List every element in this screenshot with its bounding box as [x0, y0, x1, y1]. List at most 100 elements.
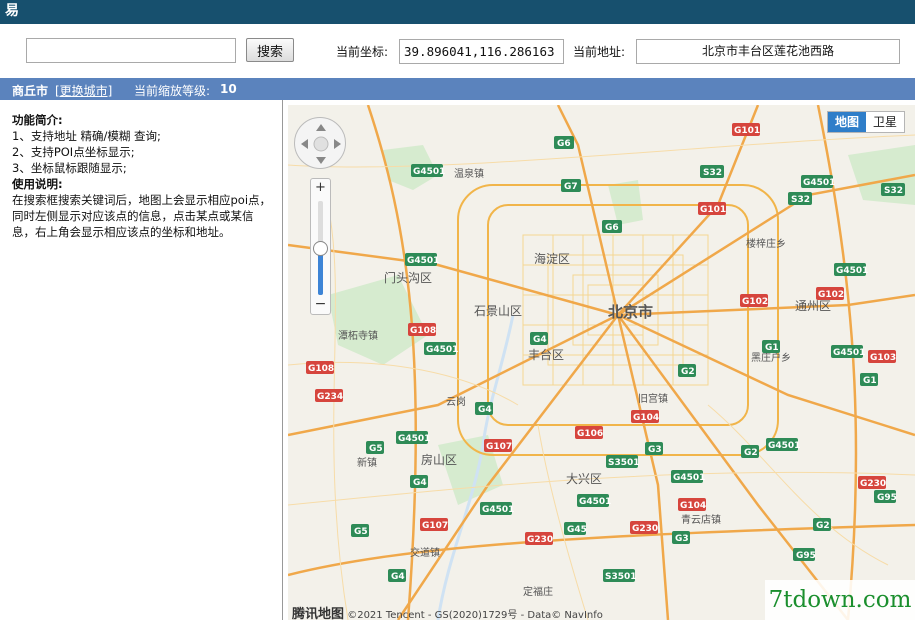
svg-text:G104: G104: [633, 413, 659, 423]
road-shield: G4501: [671, 470, 705, 483]
svg-text:G4501: G4501: [836, 266, 868, 276]
coord-field[interactable]: 39.896041,116.286163: [399, 39, 564, 64]
road-shield: G104: [678, 498, 706, 511]
road-shield: G5: [351, 524, 369, 537]
road-shield: G230: [858, 476, 886, 489]
road-shield: G107: [484, 439, 512, 452]
svg-text:G108: G108: [410, 326, 436, 336]
feature-item: 2、支持POI点坐标显示;: [12, 145, 135, 159]
road-shield: G4501: [480, 502, 514, 515]
place-label: 交道镇: [410, 546, 440, 559]
road-shield: G4: [475, 402, 493, 415]
site-watermark: 7tdown.com: [765, 580, 915, 620]
place-label: 房山区: [421, 452, 457, 467]
svg-text:G3: G3: [648, 445, 662, 455]
place-label: 青云店镇: [681, 513, 721, 526]
svg-text:G1: G1: [765, 343, 779, 353]
svg-text:S3501: S3501: [605, 572, 637, 582]
svg-text:G4501: G4501: [803, 178, 835, 188]
svg-text:G7: G7: [564, 182, 578, 192]
map-type-map-button[interactable]: 地图: [827, 112, 866, 132]
zoom-in-button[interactable]: +: [311, 180, 330, 196]
svg-text:S3501: S3501: [608, 458, 640, 468]
road-shield: G7: [561, 179, 581, 192]
svg-text:G108: G108: [308, 364, 334, 374]
svg-text:G4501: G4501: [768, 441, 800, 451]
svg-text:G102: G102: [818, 290, 844, 300]
road-shield: G101: [732, 123, 760, 136]
road-shield: G95: [874, 490, 897, 503]
road-shield: G1: [762, 340, 780, 353]
road-shield: G4501: [411, 164, 445, 177]
search-button[interactable]: 搜索: [246, 38, 294, 62]
road-shield: G230: [630, 521, 658, 534]
place-label: 定福庄: [523, 585, 553, 598]
place-label: 旧宫镇: [638, 392, 668, 405]
road-shield: G45: [564, 522, 587, 535]
svg-text:G4501: G4501: [579, 497, 611, 507]
svg-text:G106: G106: [577, 429, 603, 439]
svg-text:G4501: G4501: [833, 348, 865, 358]
pan-control[interactable]: [294, 117, 346, 169]
svg-text:G4501: G4501: [482, 505, 514, 515]
road-shield: G4501: [766, 438, 800, 451]
search-input[interactable]: [26, 38, 236, 63]
zoom-slider-handle[interactable]: [313, 241, 328, 256]
svg-text:G4501: G4501: [413, 167, 445, 177]
svg-text:G2: G2: [744, 448, 758, 458]
svg-text:G4501: G4501: [398, 434, 430, 444]
place-label: 门头沟区: [384, 270, 432, 285]
change-city-link[interactable]: [更换城市]: [55, 82, 112, 99]
svg-text:S32: S32: [791, 195, 810, 205]
city-bar: 商丘市 [更换城市] 当前缩放等级: 10: [0, 78, 915, 100]
svg-text:G101: G101: [734, 126, 760, 136]
svg-text:G4501: G4501: [426, 345, 458, 355]
road-shield: G4: [410, 475, 428, 488]
svg-text:G230: G230: [527, 535, 553, 545]
svg-text:G4: G4: [391, 572, 405, 582]
road-shield: G3: [645, 442, 663, 455]
map-view[interactable]: 北京市 海淀区 门头沟区 石景山区 丰台区 通州区 房山区 大兴区 温泉镇 楼梓…: [288, 105, 915, 620]
usage-heading: 使用说明:: [12, 177, 63, 191]
place-label: 北京市: [608, 303, 653, 321]
road-shield: G4501: [831, 345, 865, 358]
road-shield: G102: [740, 294, 768, 307]
svg-text:G103: G103: [870, 353, 896, 363]
feature-item: 3、坐标鼠标跟随显示;: [12, 161, 127, 175]
road-shield: G106: [575, 426, 603, 439]
road-shield: S32: [788, 192, 812, 205]
road-shield: G4501: [396, 431, 430, 444]
road-shield: G1: [860, 373, 878, 386]
road-shield: G6: [602, 220, 622, 233]
svg-text:G3: G3: [675, 534, 689, 544]
svg-text:G4: G4: [533, 335, 547, 345]
address-label: 当前地址:: [573, 45, 626, 59]
road-shield: G4: [530, 332, 548, 345]
road-shield: G101: [698, 202, 726, 215]
road-shield: G3: [672, 531, 690, 544]
zoom-level-label: 当前缩放等级:: [134, 84, 211, 98]
svg-text:G5: G5: [369, 444, 383, 454]
svg-text:G2: G2: [816, 521, 830, 531]
svg-text:G45: G45: [567, 525, 587, 535]
road-shield: G95: [793, 548, 816, 561]
current-city: 商丘市: [12, 84, 49, 98]
road-shield: G103: [868, 350, 896, 363]
place-label: 温泉镇: [454, 167, 484, 180]
road-shield: G5: [366, 441, 384, 454]
road-shield: G2: [741, 445, 759, 458]
road-shield: G4501: [424, 342, 458, 355]
svg-text:G104: G104: [680, 501, 706, 511]
map-type-switch: 地图 卫星: [826, 111, 905, 133]
features-heading: 功能简介:: [12, 113, 63, 127]
map-type-satellite-button[interactable]: 卫星: [866, 112, 904, 132]
svg-text:G4: G4: [413, 478, 427, 488]
road-shield: G6: [554, 136, 574, 149]
address-field[interactable]: 北京市丰台区莲花池西路: [636, 39, 900, 64]
zoom-out-button[interactable]: −: [311, 297, 330, 313]
road-shield: G4501: [405, 253, 439, 266]
svg-text:G101: G101: [700, 205, 726, 215]
place-label: 楼梓庄乡: [746, 237, 786, 250]
zoom-control: + −: [310, 178, 331, 315]
map-canvas[interactable]: 北京市 海淀区 门头沟区 石景山区 丰台区 通州区 房山区 大兴区 温泉镇 楼梓…: [288, 105, 915, 620]
